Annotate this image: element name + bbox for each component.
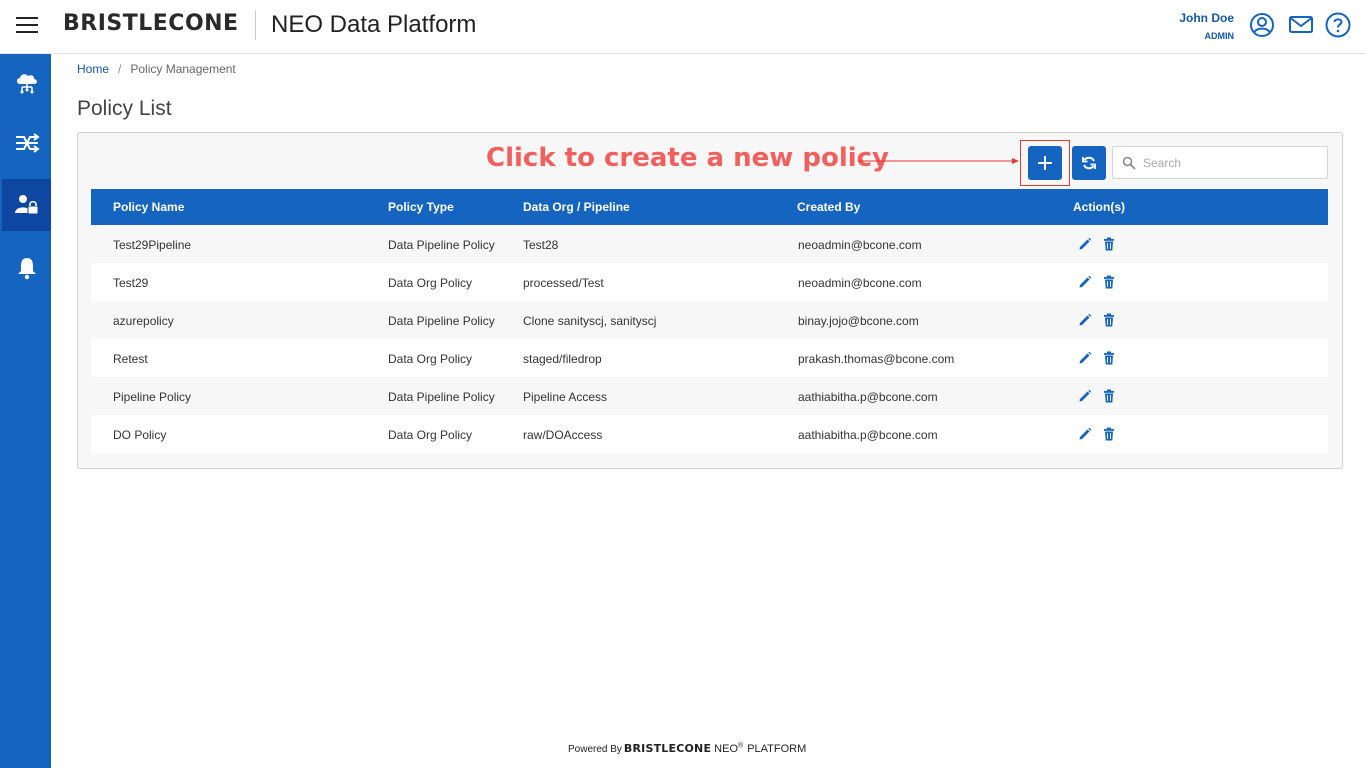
cell-policy-name: DO Policy — [113, 428, 167, 442]
sidebar-item-pipelines[interactable] — [2, 117, 51, 169]
search-icon — [1122, 156, 1136, 170]
add-policy-button[interactable] — [1028, 146, 1062, 180]
edit-icon[interactable] — [1078, 275, 1092, 289]
user-lock-icon — [14, 195, 38, 215]
cell-policy-type: Data Pipeline Policy — [388, 390, 495, 404]
edit-icon[interactable] — [1078, 313, 1092, 327]
top-header: BRISTLECONE NEO Data Platform John Doe A… — [0, 0, 1366, 54]
cell-created-by: aathiabitha.p@bcone.com — [798, 390, 938, 404]
bell-icon — [17, 258, 36, 280]
edit-icon[interactable] — [1078, 389, 1092, 403]
cell-data-org-pipeline: Pipeline Access — [523, 390, 608, 404]
search-input[interactable] — [1143, 147, 1323, 178]
brand-logo: BRISTLECONE — [63, 11, 239, 36]
column-header-policy-name[interactable]: Policy Name — [113, 200, 184, 214]
cell-data-org-pipeline: staged/filedrop — [523, 352, 602, 366]
cloud-network-icon — [16, 74, 37, 94]
cell-data-org-pipeline: processed/Test — [523, 276, 604, 290]
footer-neo: NEO — [714, 743, 739, 755]
refresh-button[interactable] — [1072, 146, 1106, 180]
table-header: Policy Name Policy Type Data Org / Pipel… — [91, 189, 1328, 225]
cell-policy-name: Test29Pipeline — [113, 238, 192, 252]
footer-powered-by: Powered By — [568, 744, 622, 755]
mail-icon[interactable] — [1288, 12, 1314, 38]
user-name: John Doe — [1179, 11, 1234, 25]
cell-policy-name: azurepolicy — [113, 314, 174, 328]
edit-icon[interactable] — [1078, 427, 1092, 441]
delete-icon[interactable] — [1102, 275, 1116, 289]
breadcrumb-home-link[interactable]: Home — [77, 62, 109, 76]
delete-icon[interactable] — [1102, 313, 1116, 327]
table-row: Retest Data Org Policy staged/filedrop p… — [91, 339, 1328, 377]
user-role: ADMIN — [1204, 31, 1235, 41]
breadcrumb-current: Policy Management — [130, 62, 236, 76]
breadcrumb-separator: / — [118, 62, 122, 76]
column-header-policy-type[interactable]: Policy Type — [388, 200, 454, 214]
breadcrumb: Home / Policy Management — [77, 62, 236, 76]
delete-icon[interactable] — [1102, 389, 1116, 403]
delete-icon[interactable] — [1102, 427, 1116, 441]
refresh-icon — [1082, 156, 1096, 170]
table-row: DO Policy Data Org Policy raw/DOAccess a… — [91, 415, 1328, 453]
sidebar-item-policy-management[interactable] — [2, 179, 51, 231]
app-title: NEO Data Platform — [271, 11, 477, 38]
cell-data-org-pipeline: Clone sanityscj, sanityscj — [523, 314, 657, 328]
page-title: Policy List — [77, 97, 172, 120]
cell-created-by: prakash.thomas@bcone.com — [798, 352, 955, 366]
pipeline-shuffle-icon — [15, 133, 40, 153]
delete-icon[interactable] — [1102, 351, 1116, 365]
annotation-arrow-icon — [858, 158, 1019, 164]
search-box — [1112, 146, 1328, 179]
cell-policy-type: Data Pipeline Policy — [388, 238, 495, 252]
footer-registered-mark: ® — [738, 742, 744, 750]
cell-policy-type: Data Org Policy — [388, 352, 473, 366]
hamburger-menu-icon[interactable] — [16, 17, 38, 35]
cell-created-by: neoadmin@bcone.com — [798, 276, 922, 290]
table-row: Pipeline Policy Data Pipeline Policy Pip… — [91, 377, 1328, 415]
sidebar-item-data-sources[interactable] — [2, 56, 51, 108]
table-row: azurepolicy Data Pipeline Policy Clone s… — [91, 301, 1328, 339]
footer-platform: PLATFORM — [747, 743, 807, 755]
cell-data-org-pipeline: raw/DOAccess — [523, 428, 603, 442]
cell-policy-type: Data Org Policy — [388, 276, 473, 290]
plus-icon — [1038, 156, 1052, 170]
cell-data-org-pipeline: Test28 — [523, 238, 559, 252]
cell-policy-name: Pipeline Policy — [113, 390, 192, 404]
cell-created-by: binay.jojo@bcone.com — [798, 314, 919, 328]
column-header-data-org-pipeline[interactable]: Data Org / Pipeline — [523, 200, 630, 214]
cell-policy-name: Test29 — [113, 276, 149, 290]
delete-icon[interactable] — [1102, 237, 1116, 251]
footer-brand: BRISTLECONE — [623, 742, 712, 755]
cell-policy-name: Retest — [113, 352, 148, 366]
cell-policy-type: Data Org Policy — [388, 428, 473, 442]
cell-created-by: aathiabitha.p@bcone.com — [798, 428, 938, 442]
edit-icon[interactable] — [1078, 351, 1092, 365]
edit-icon[interactable] — [1078, 237, 1092, 251]
cell-created-by: neoadmin@bcone.com — [798, 238, 922, 252]
cell-policy-type: Data Pipeline Policy — [388, 314, 495, 328]
column-header-actions: Action(s) — [1073, 200, 1125, 214]
column-header-created-by: Created By — [797, 200, 861, 214]
sidebar — [0, 54, 51, 768]
sidebar-item-notifications[interactable] — [2, 242, 51, 294]
table-row: Test29 Data Org Policy processed/Test ne… — [91, 263, 1328, 301]
annotation-text: Click to create a new policy — [486, 143, 889, 173]
table-row: Test29Pipeline Data Pipeline Policy Test… — [91, 225, 1328, 263]
user-profile-icon[interactable] — [1249, 12, 1275, 38]
help-icon[interactable] — [1325, 12, 1351, 38]
header-divider — [255, 10, 256, 40]
footer: Powered By BRISTLECONE NEO® PLATFORM — [568, 742, 806, 755]
